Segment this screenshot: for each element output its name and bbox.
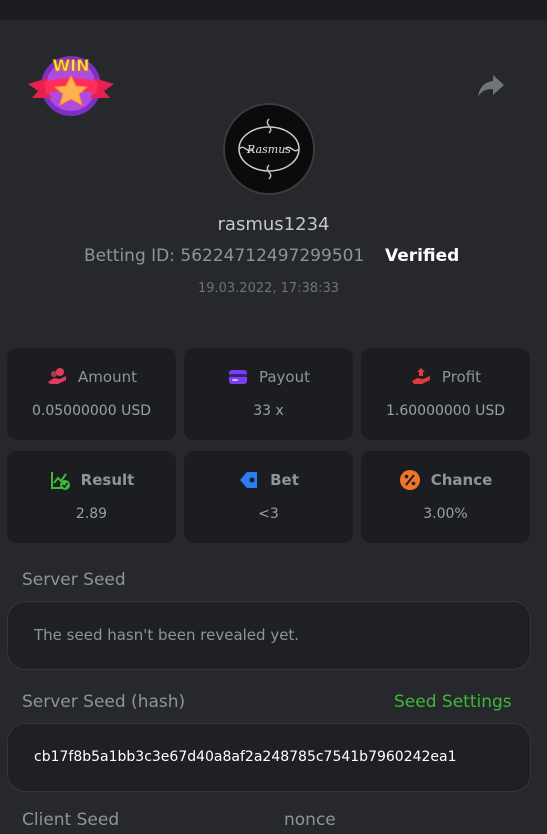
betting-id-value: 56224712497299501 (180, 246, 365, 266)
stat-card-payout: Payout 33 x (184, 348, 353, 440)
username: rasmus1234 (217, 214, 330, 235)
share-icon[interactable] (476, 72, 506, 100)
stat-value: 33 x (253, 403, 284, 419)
badge-text: WIN (53, 56, 90, 75)
chart-check-icon (49, 469, 71, 491)
stat-label: Amount (78, 368, 137, 386)
stat-card-amount: Amount 0.05000000 USD (7, 348, 176, 440)
stat-label: Result (80, 471, 135, 489)
percent-icon (399, 469, 421, 491)
stat-value: 1.60000000 USD (386, 403, 505, 419)
stat-label: Profit (441, 368, 482, 386)
coins-hand-icon (46, 366, 68, 388)
wallet-card-icon (227, 366, 249, 388)
server-seed-hash-field[interactable]: cb17f8b5a1bb3c3e67d40a8af2a248785c7541b7… (7, 723, 531, 792)
stat-label: Bet (270, 471, 299, 489)
top-bar (0, 0, 547, 20)
betting-id: Betting ID: 56224712497299501 (84, 246, 364, 266)
svg-text:Rasmus: Rasmus (246, 143, 291, 156)
profit-hand-icon (410, 366, 432, 388)
stat-card-result: Result 2.89 (7, 451, 176, 543)
stat-value: 3.00% (423, 506, 468, 522)
stat-value: 0.05000000 USD (32, 403, 151, 419)
server-seed-label: Server Seed (22, 570, 126, 590)
client-seed-label: Client Seed (22, 810, 120, 830)
tag-icon (238, 469, 260, 491)
stat-value: <3 (258, 506, 279, 522)
stat-label: Chance (430, 471, 493, 489)
win-badge: WIN (26, 52, 116, 118)
bet-timestamp: 19.03.2022, 17:38:33 (197, 281, 340, 296)
verified-status: Verified (385, 246, 460, 266)
stat-value: 2.89 (75, 506, 108, 522)
server-seed-hash-label: Server Seed (hash) (22, 692, 186, 712)
nonce-label: nonce (284, 810, 336, 830)
avatar: Rasmus (223, 103, 315, 195)
server-seed-value: The seed hasn't been revealed yet. (34, 626, 300, 644)
betting-id-label: Betting ID: (84, 246, 175, 266)
server-seed-field[interactable]: The seed hasn't been revealed yet. (7, 601, 531, 670)
stat-card-profit: Profit 1.60000000 USD (361, 348, 530, 440)
seed-settings-link[interactable]: Seed Settings (394, 692, 512, 712)
stat-label: Payout (258, 368, 310, 386)
stat-card-chance: Chance 3.00% (361, 451, 530, 543)
server-seed-hash-value: cb17f8b5a1bb3c3e67d40a8af2a248785c7541b7… (34, 749, 457, 765)
stat-card-bet: Bet <3 (184, 451, 353, 543)
